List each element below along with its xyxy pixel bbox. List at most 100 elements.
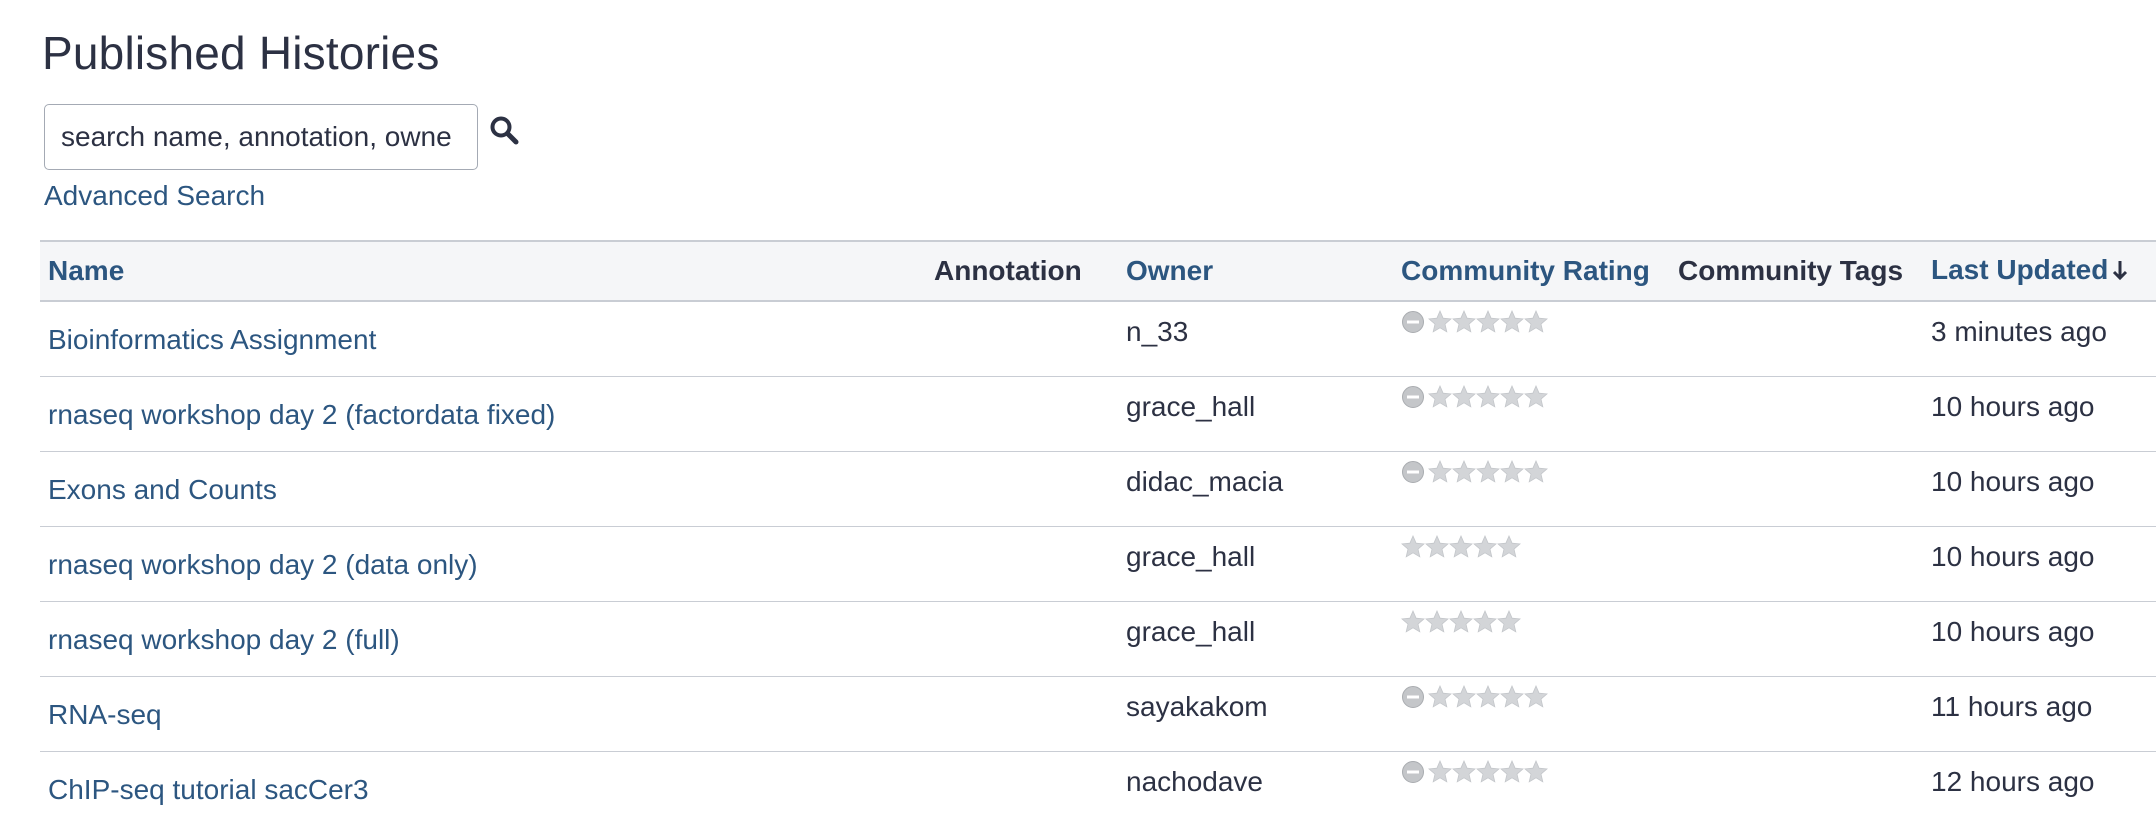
star-icon[interactable]	[1497, 610, 1521, 634]
cell-annotation	[926, 752, 1118, 814]
cell-community-rating	[1393, 677, 1670, 752]
star-icon[interactable]	[1497, 535, 1521, 559]
star-icon[interactable]	[1452, 685, 1476, 709]
star-icon[interactable]	[1428, 685, 1452, 709]
star-icon[interactable]	[1452, 310, 1476, 334]
search-icon[interactable]	[484, 105, 524, 155]
table-row: Bioinformatics Assignment n_33 3 minutes a…	[40, 301, 2156, 377]
star-icon[interactable]	[1476, 310, 1500, 334]
star-icon[interactable]	[1476, 385, 1500, 409]
cell-community-rating	[1393, 377, 1670, 452]
cell-community-tags	[1670, 377, 1923, 452]
rating-cancel-icon[interactable]	[1401, 685, 1425, 709]
history-name-link[interactable]: Bioinformatics Assignment	[48, 324, 376, 356]
owner-text: didac_macia	[1126, 466, 1284, 497]
table-header-row: Name Annotation Owner Community Rating C…	[40, 241, 2156, 301]
owner-text: nachodave	[1126, 766, 1264, 797]
cell-last-updated: 11 hours ago	[1923, 677, 2156, 752]
star-icon[interactable]	[1428, 310, 1452, 334]
last-updated-text: 10 hours ago	[1931, 466, 2095, 497]
star-rating	[1401, 610, 1521, 634]
cell-community-rating	[1393, 452, 1670, 527]
star-icon[interactable]	[1449, 535, 1473, 559]
owner-text: grace_hall	[1126, 541, 1256, 572]
cell-name: rnaseq workshop day 2 (factordata fixed)	[40, 377, 926, 452]
history-name-link[interactable]: RNA-seq	[48, 699, 162, 731]
cell-community-tags	[1670, 527, 1923, 602]
star-icon[interactable]	[1473, 610, 1497, 634]
column-header-owner[interactable]: Owner	[1118, 241, 1393, 301]
cell-name: rnaseq workshop day 2 (full)	[40, 602, 926, 677]
column-header-last-updated[interactable]: Last Updated	[1923, 241, 2156, 301]
history-name-link[interactable]: Exons and Counts	[48, 474, 277, 506]
table-row: RNA-seq sayakakom 11 hours ago	[40, 677, 2156, 752]
advanced-search-link[interactable]: Advanced Search	[44, 180, 265, 212]
star-icon[interactable]	[1452, 760, 1476, 784]
column-header-community-rating[interactable]: Community Rating	[1393, 241, 1670, 301]
star-icon[interactable]	[1473, 535, 1497, 559]
star-icon[interactable]	[1452, 460, 1476, 484]
history-name-link[interactable]: rnaseq workshop day 2 (full)	[48, 624, 400, 656]
cell-name: Bioinformatics Assignment	[40, 301, 926, 377]
star-icon[interactable]	[1524, 310, 1548, 334]
last-updated-text: 10 hours ago	[1931, 616, 2095, 647]
rating-cancel-icon[interactable]	[1401, 385, 1425, 409]
cell-owner: n_33	[1118, 301, 1393, 377]
star-icon[interactable]	[1476, 760, 1500, 784]
star-icon[interactable]	[1500, 760, 1524, 784]
last-updated-text: 12 hours ago	[1931, 766, 2095, 797]
cell-owner: grace_hall	[1118, 377, 1393, 452]
history-name-link[interactable]: rnaseq workshop day 2 (factordata fixed)	[48, 399, 555, 431]
last-updated-text: 10 hours ago	[1931, 541, 2095, 572]
cell-annotation	[926, 527, 1118, 602]
cell-community-tags	[1670, 752, 1923, 814]
star-icon[interactable]	[1428, 760, 1452, 784]
cell-last-updated: 10 hours ago	[1923, 602, 2156, 677]
star-icon[interactable]	[1476, 460, 1500, 484]
column-header-last-updated-label: Last Updated	[1931, 254, 2109, 286]
star-rating	[1401, 535, 1521, 559]
star-icon[interactable]	[1500, 385, 1524, 409]
table-row: rnaseq workshop day 2 (data only) grace_h…	[40, 527, 2156, 602]
sort-arrow-down-icon	[2112, 256, 2128, 288]
rating-cancel-icon[interactable]	[1401, 310, 1425, 334]
star-icon[interactable]	[1524, 685, 1548, 709]
star-icon[interactable]	[1425, 610, 1449, 634]
star-icon[interactable]	[1500, 460, 1524, 484]
star-icon[interactable]	[1425, 535, 1449, 559]
table-row: rnaseq workshop day 2 (factordata fixed)…	[40, 377, 2156, 452]
cell-annotation	[926, 677, 1118, 752]
cell-name: Exons and Counts	[40, 452, 926, 527]
last-updated-text: 10 hours ago	[1931, 391, 2095, 422]
star-icon[interactable]	[1401, 610, 1425, 634]
cell-last-updated: 10 hours ago	[1923, 527, 2156, 602]
star-icon[interactable]	[1449, 610, 1473, 634]
column-header-annotation: Annotation	[934, 255, 1082, 286]
rating-cancel-icon[interactable]	[1401, 460, 1425, 484]
star-icon[interactable]	[1428, 460, 1452, 484]
page-title: Published Histories	[42, 27, 440, 79]
rating-cancel-icon[interactable]	[1401, 760, 1425, 784]
cell-name: rnaseq workshop day 2 (data only)	[40, 527, 926, 602]
history-name-link[interactable]: ChIP-seq tutorial sacCer3	[48, 774, 369, 806]
cell-community-tags	[1670, 301, 1923, 377]
star-icon[interactable]	[1500, 310, 1524, 334]
owner-text: grace_hall	[1126, 391, 1256, 422]
cell-community-rating	[1393, 602, 1670, 677]
star-icon[interactable]	[1452, 385, 1476, 409]
cell-last-updated: 10 hours ago	[1923, 377, 2156, 452]
star-icon[interactable]	[1428, 385, 1452, 409]
star-icon[interactable]	[1500, 685, 1524, 709]
histories-table: Name Annotation Owner Community Rating C…	[40, 240, 2156, 814]
star-icon[interactable]	[1524, 385, 1548, 409]
star-rating	[1401, 760, 1548, 784]
star-icon[interactable]	[1524, 460, 1548, 484]
history-name-link[interactable]: rnaseq workshop day 2 (data only)	[48, 549, 478, 581]
star-icon[interactable]	[1476, 685, 1500, 709]
column-header-name[interactable]: Name	[40, 241, 926, 301]
cell-annotation	[926, 301, 1118, 377]
star-icon[interactable]	[1524, 760, 1548, 784]
star-icon[interactable]	[1401, 535, 1425, 559]
search-input[interactable]	[44, 104, 478, 170]
owner-text: grace_hall	[1126, 616, 1256, 647]
